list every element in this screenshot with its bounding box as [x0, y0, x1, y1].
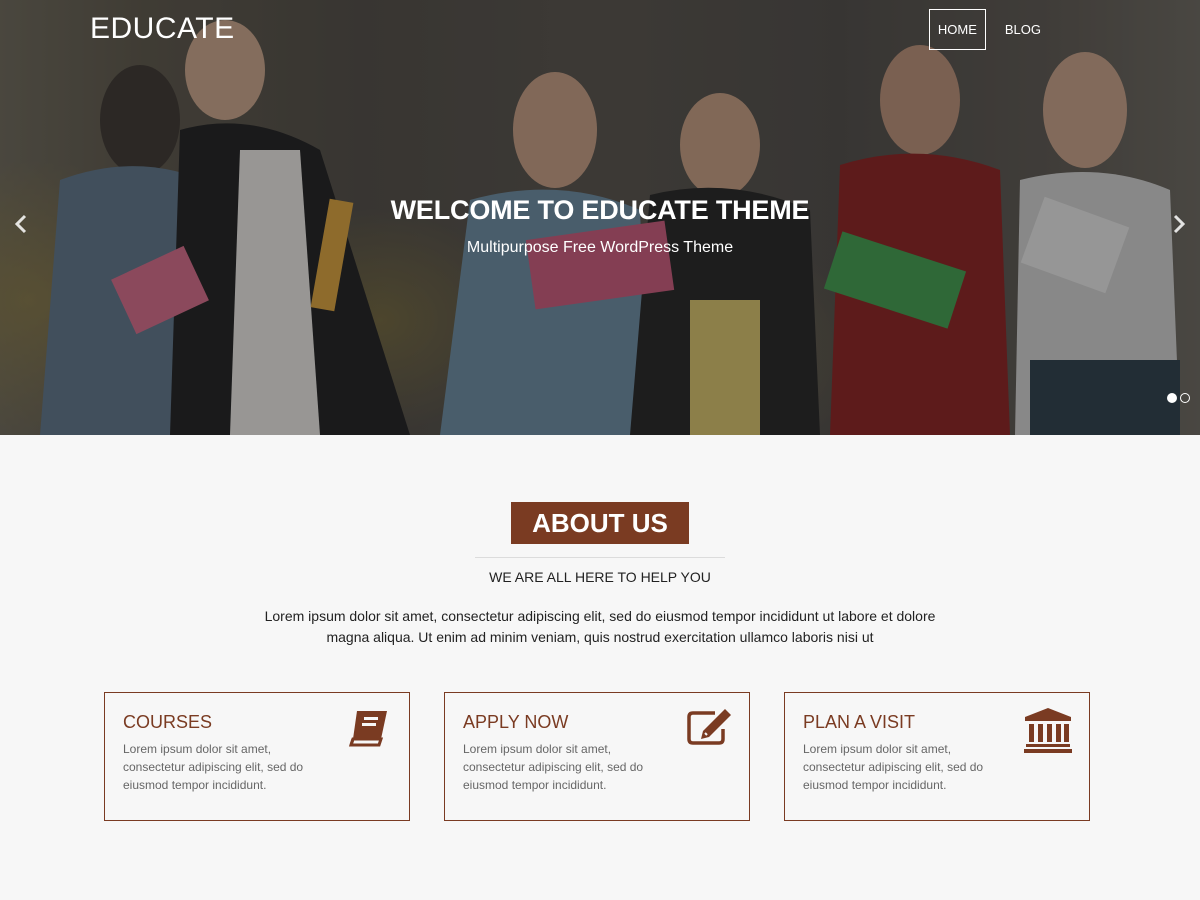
card-apply-now[interactable]: APPLY NOW Lorem ipsum dolor sit amet, co… [444, 692, 750, 821]
slider-dot-2[interactable] [1180, 393, 1190, 403]
about-section: ABOUT US WE ARE ALL HERE TO HELP YOU Lor… [0, 435, 1200, 900]
slider-dot-1[interactable] [1167, 393, 1177, 403]
hero-title: WELCOME TO EDUCATE THEME [390, 195, 810, 225]
card-title: PLAN A VISIT [803, 712, 916, 732]
institution-icon [1023, 707, 1073, 758]
card-text: Lorem ipsum dolor sit amet, consectetur … [463, 742, 644, 792]
card-title: APPLY NOW [463, 712, 569, 732]
divider [475, 557, 725, 558]
slider-dots [1167, 393, 1190, 403]
main-nav: HOME BLOG [919, 9, 1050, 50]
card-plan-a-visit[interactable]: PLAN A VISIT Lorem ipsum dolor sit amet,… [784, 692, 1090, 821]
hero-subtitle: Multipurpose Free WordPress Theme [466, 239, 734, 256]
edit-icon [685, 707, 733, 752]
card-text: Lorem ipsum dolor sit amet, consectetur … [803, 742, 984, 792]
card-title: COURSES [123, 712, 213, 732]
nav-item-home[interactable]: HOME [928, 9, 986, 50]
chevron-left-icon[interactable] [13, 214, 29, 240]
card-courses[interactable]: COURSES Lorem ipsum dolor sit amet, cons… [104, 692, 410, 821]
chevron-right-icon[interactable] [1171, 214, 1187, 240]
about-text: Lorem ipsum dolor sit amet, consectetur … [264, 608, 936, 645]
site-logo[interactable]: EDUCATE [90, 12, 235, 46]
nav-item-blog[interactable]: BLOG [996, 9, 1050, 50]
book-icon [347, 707, 393, 754]
hero-slider: EDUCATE HOME BLOG WELCOME TO EDUCATE THE… [0, 0, 1200, 435]
card-text: Lorem ipsum dolor sit amet, consectetur … [123, 742, 304, 792]
about-tagline: WE ARE ALL HERE TO HELP YOU [489, 569, 711, 585]
about-heading: ABOUT US [511, 502, 689, 544]
